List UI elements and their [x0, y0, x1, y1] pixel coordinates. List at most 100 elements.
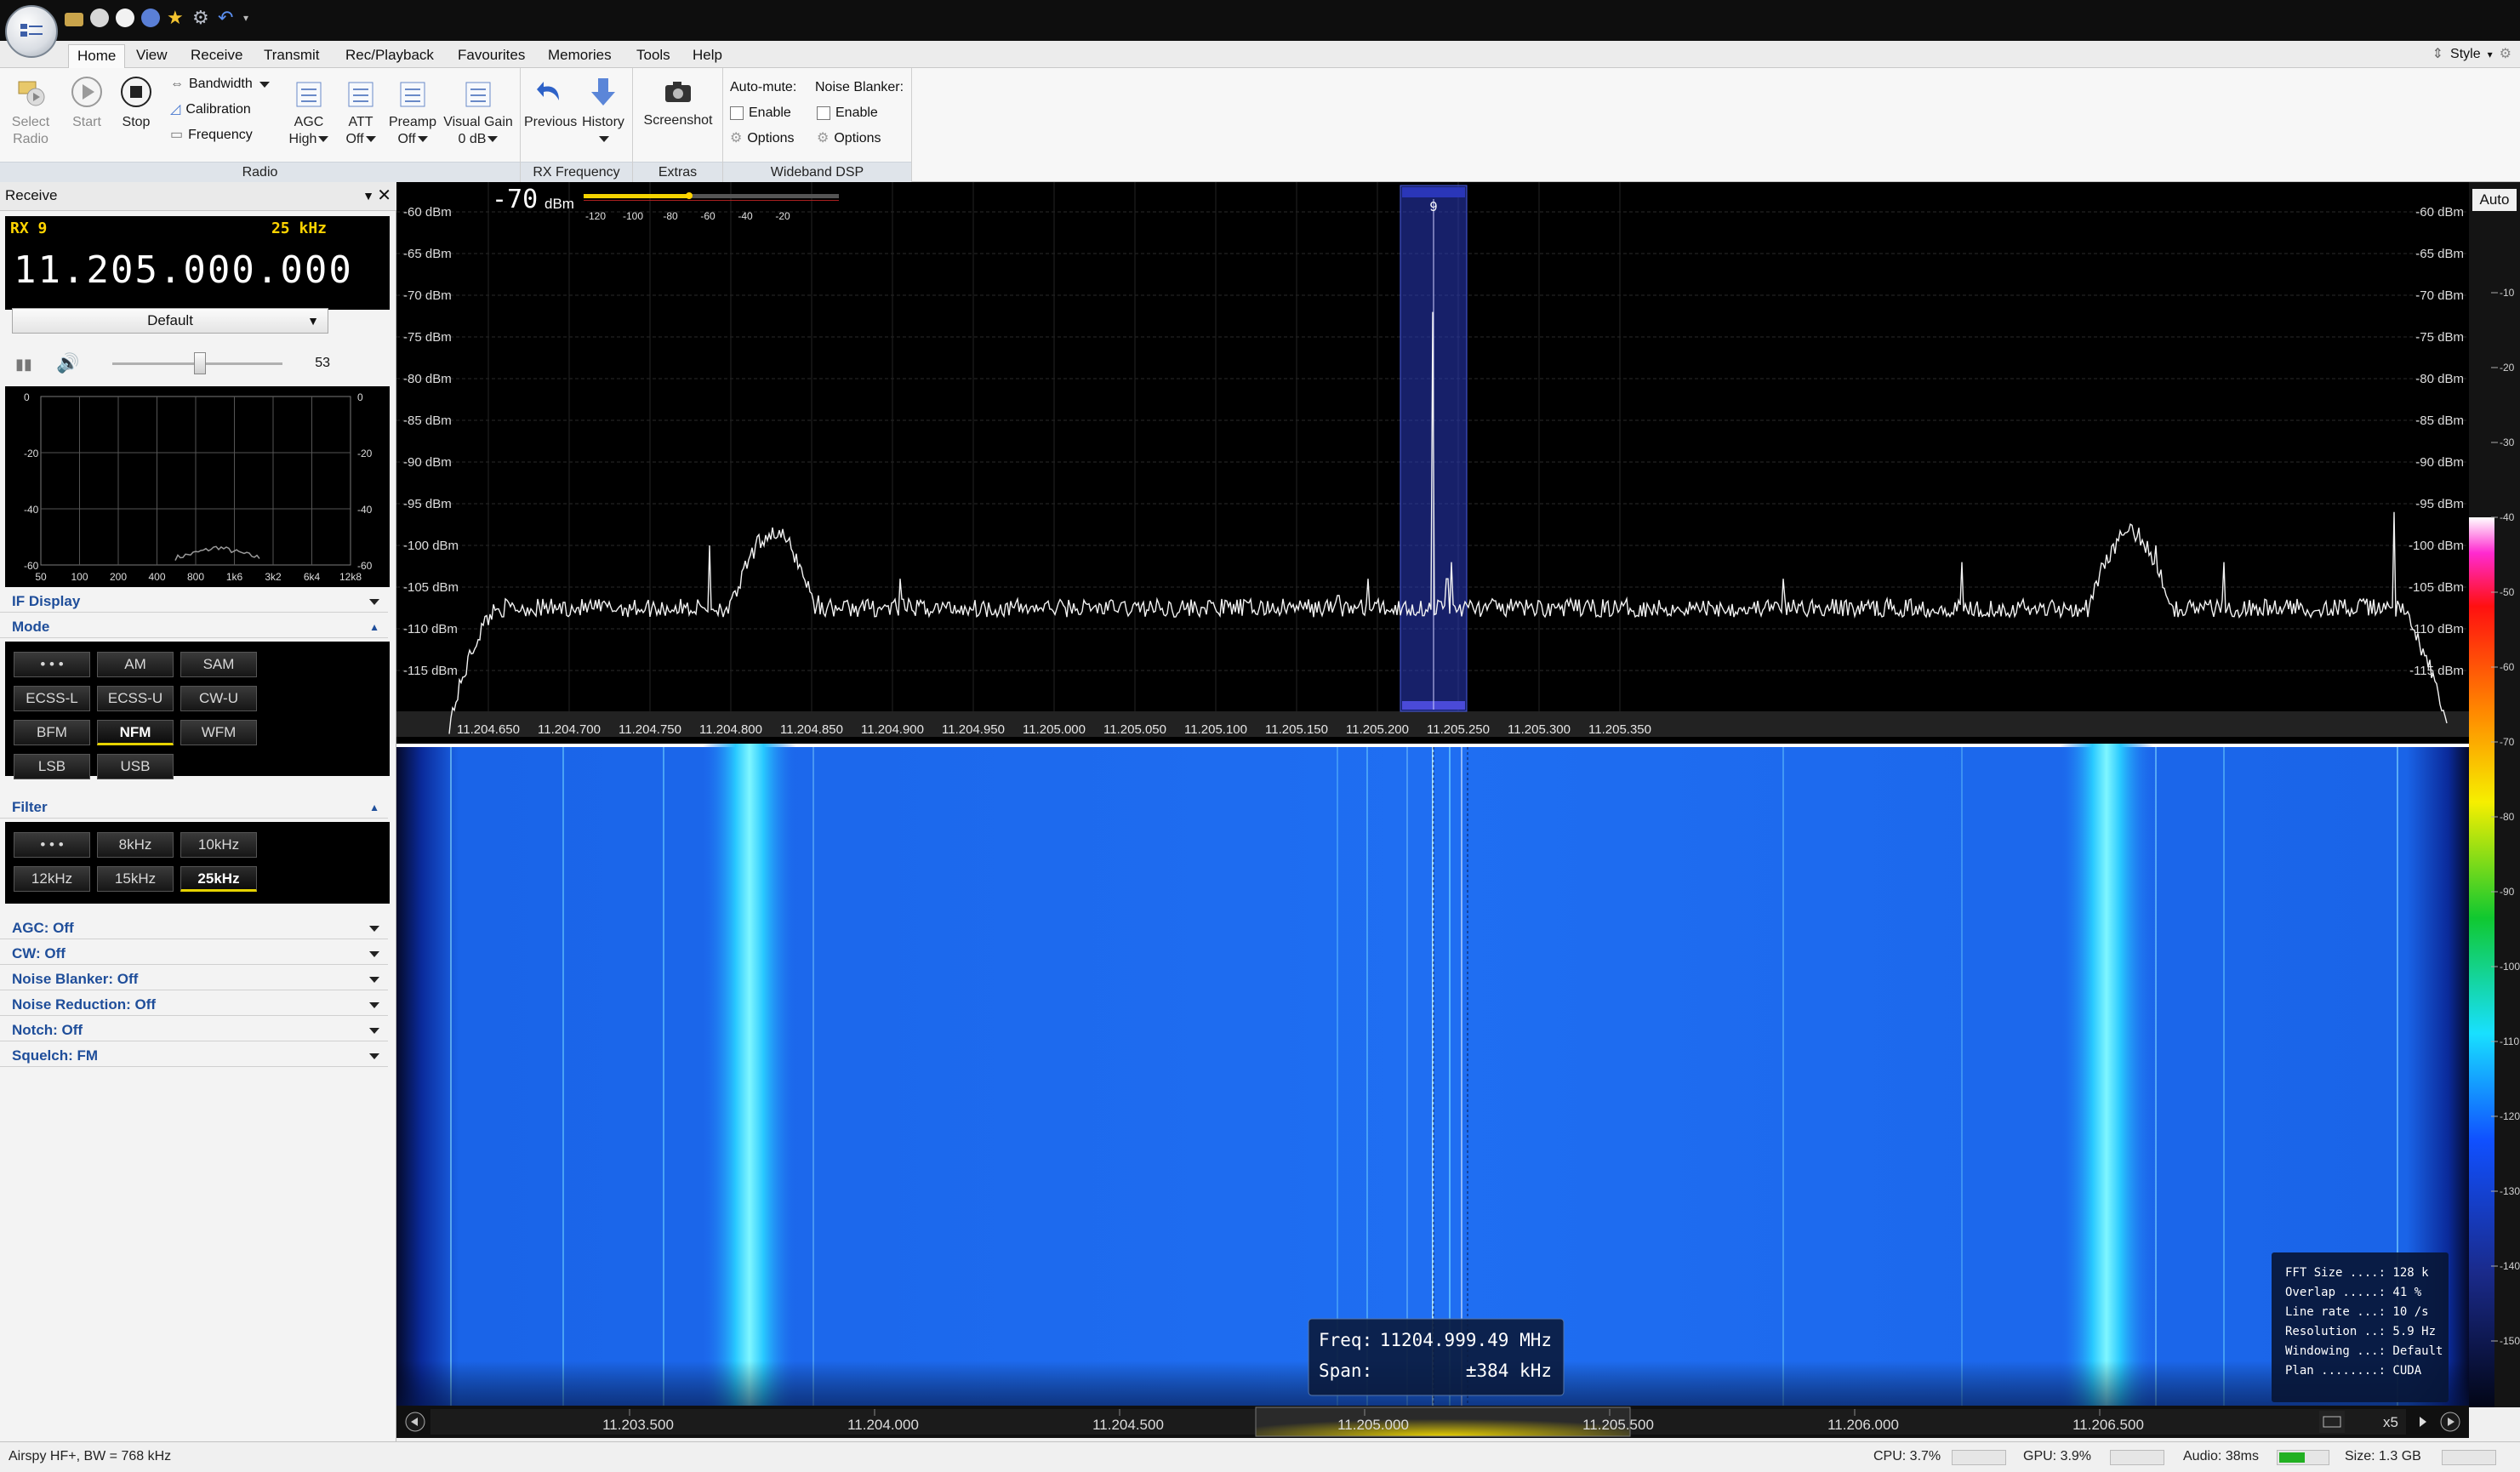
- stop-button[interactable]: Stop: [114, 75, 158, 131]
- tab-help[interactable]: Help: [684, 44, 731, 68]
- frequency-tick: 11.205.250: [1427, 722, 1490, 737]
- overview-viewport-thumb[interactable]: [1255, 1406, 1631, 1437]
- preset-dropdown[interactable]: Default ▼: [12, 308, 328, 334]
- att-dropdown[interactable]: ATT Off: [337, 80, 385, 148]
- preamp-dropdown[interactable]: Preamp Off: [386, 80, 439, 148]
- waterfall-display[interactable]: Freq: 11204.999.49 MHz Span: ±384 kHz FF…: [396, 744, 2469, 1407]
- rx-frequency-display[interactable]: RX 9 25 kHz 11.205.000.000: [5, 216, 390, 310]
- filter-section[interactable]: Filter ▲: [0, 796, 388, 819]
- mode-ecss-l-button[interactable]: ECSS-L: [14, 686, 90, 711]
- size-status: Size: 1.3 GB: [2345, 1449, 2421, 1463]
- collapsed-section[interactable]: Noise Reduction: Off: [0, 994, 388, 1016]
- noise-blanker-enable-checkbox[interactable]: Enable: [817, 104, 878, 123]
- select-radio-label: Select: [11, 115, 50, 129]
- plus-icon[interactable]: [141, 9, 160, 27]
- spectrum-display[interactable]: -60 dBm -65 dBm -70 dBm -75 dBm -80 dBm -85 d…: [396, 182, 2469, 744]
- auto-mute-enable-checkbox[interactable]: Enable: [730, 104, 791, 123]
- star-icon[interactable]: ★: [167, 9, 185, 27]
- rx-label: RX 9: [10, 220, 48, 237]
- mode-bfm-button[interactable]: BFM: [14, 720, 90, 745]
- speaker-icon[interactable]: 🔊: [56, 352, 79, 374]
- colorscale-gradient[interactable]: [2469, 517, 2494, 1407]
- play-icon[interactable]: [90, 9, 109, 27]
- colorscale[interactable]: -10 -20 -30 -40 -50 -60 -70 -80 -90 -100 -110 -120 -…: [2469, 182, 2520, 1407]
- tab-memories[interactable]: Memories: [539, 44, 620, 68]
- zoom-value[interactable]: x5: [2383, 1414, 2398, 1430]
- meter-tick: -20: [775, 210, 790, 222]
- undo-icon[interactable]: ↶: [218, 9, 237, 27]
- colorscale-auto-button[interactable]: Auto: [2472, 189, 2517, 211]
- if-display-section[interactable]: IF Display: [0, 591, 388, 613]
- bar-chart-icon[interactable]: ▮▮: [15, 356, 32, 374]
- agc-dropdown[interactable]: AGC High: [282, 80, 335, 148]
- tab-transmit[interactable]: Transmit: [255, 44, 328, 68]
- filter-more-button[interactable]: • • •: [14, 832, 90, 858]
- audio-y-tick: -20: [357, 448, 373, 459]
- ribbon-group-radio: Select Radio Start Stop ⇔ Bandwidth ◿ Ca…: [0, 68, 521, 182]
- screenshot-button[interactable]: Screenshot: [636, 77, 720, 129]
- audio-x-tick: 1k6: [226, 571, 243, 583]
- collapsed-section[interactable]: Squelch: FM: [0, 1045, 388, 1067]
- tab-favourites[interactable]: Favourites: [449, 44, 533, 68]
- visual-gain-dropdown[interactable]: Visual Gain 0 dB: [439, 80, 517, 148]
- tab-view[interactable]: View: [128, 44, 176, 68]
- mode-sam-button[interactable]: SAM: [180, 652, 257, 677]
- collapsed-section[interactable]: AGC: Off: [0, 917, 388, 939]
- style-menu[interactable]: ⇕ Style ▾ ⚙: [2432, 44, 2511, 65]
- volume-slider-thumb[interactable]: [194, 352, 206, 374]
- app-menu-button[interactable]: [5, 5, 58, 58]
- tab-rec-playback[interactable]: Rec/Playback: [337, 44, 442, 68]
- folder-icon[interactable]: [65, 13, 83, 26]
- mode-label: Mode: [12, 619, 50, 635]
- panel-title: Receive: [5, 187, 58, 203]
- fft-info-line: Overlap .....: 41 %: [2285, 1286, 2422, 1299]
- mode-section[interactable]: Mode ▲: [0, 616, 388, 638]
- mode-more-button[interactable]: • • •: [14, 652, 90, 677]
- auto-mute-options-button[interactable]: ⚙ Options: [730, 129, 794, 148]
- overview-bar[interactable]: 11.203.500 11.204.000 11.204.500 11.205.000…: [396, 1406, 2469, 1438]
- mode-usb-button[interactable]: USB: [97, 754, 174, 779]
- bandwidth-button[interactable]: ⇔ Bandwidth: [170, 75, 270, 94]
- tab-tools[interactable]: Tools: [628, 44, 679, 68]
- mode-am-button[interactable]: AM: [97, 652, 174, 677]
- previous-button[interactable]: Previous: [524, 75, 577, 131]
- history-button[interactable]: History: [577, 75, 630, 148]
- fft-info-line: Windowing ...: Default: [2285, 1344, 2443, 1358]
- stop-icon[interactable]: [116, 9, 134, 27]
- calibration-button[interactable]: ◿ Calibration: [170, 100, 251, 119]
- mode-ecss-u-button[interactable]: ECSS-U: [97, 686, 174, 711]
- tab-home[interactable]: Home: [68, 44, 126, 68]
- title-bar: ★ ⚙ ↶ ▾: [0, 0, 2520, 41]
- settings-icon[interactable]: ⚙: [192, 9, 211, 27]
- filter-8khz-button[interactable]: 8kHz: [97, 832, 174, 858]
- mode-lsb-button[interactable]: LSB: [14, 754, 90, 779]
- filter-10khz-button[interactable]: 10kHz: [180, 832, 257, 858]
- tab-receive[interactable]: Receive: [182, 44, 251, 68]
- collapsed-section[interactable]: CW: Off: [0, 943, 388, 965]
- frequency-button[interactable]: ▭ Frequency: [170, 126, 253, 145]
- noise-blanker-options-button[interactable]: ⚙ Options: [817, 129, 881, 148]
- quick-access-toolbar: ★ ⚙ ↶ ▾: [65, 9, 252, 27]
- close-icon[interactable]: ✕: [377, 182, 391, 209]
- audio-y-ticks-left: 0 -20 -40 -60: [24, 391, 39, 572]
- rx-frequency[interactable]: 11.205.000.000: [14, 248, 353, 292]
- chevron-down-icon[interactable]: ▾: [243, 9, 252, 27]
- mode-wfm-button[interactable]: WFM: [180, 720, 257, 745]
- collapsed-section[interactable]: Noise Blanker: Off: [0, 968, 388, 990]
- mode-nfm-button[interactable]: NFM: [97, 720, 174, 745]
- menu-bar: Home View Receive Transmit Rec/Playback …: [0, 41, 2520, 68]
- filter-25khz-button[interactable]: 25kHz: [180, 866, 257, 892]
- filter-15khz-button[interactable]: 15kHz: [97, 866, 174, 892]
- vfo-handle[interactable]: [1402, 187, 1465, 197]
- chevron-right-icon[interactable]: [2420, 1417, 2426, 1427]
- collapsed-section[interactable]: Notch: Off: [0, 1019, 388, 1041]
- audio-x-tick: 50: [35, 571, 47, 583]
- chevron-down-icon[interactable]: ▼: [362, 182, 374, 209]
- overview-tick: 11.205.000: [1337, 1417, 1409, 1433]
- mode-cw-u-button[interactable]: CW-U: [180, 686, 257, 711]
- select-radio-button[interactable]: Select Radio: [5, 75, 56, 148]
- gear-icon[interactable]: ⚙: [2500, 44, 2511, 65]
- start-button[interactable]: Start: [65, 75, 109, 131]
- filter-12khz-button[interactable]: 12kHz: [14, 866, 90, 892]
- db-tick: -65 dBm: [403, 247, 452, 261]
